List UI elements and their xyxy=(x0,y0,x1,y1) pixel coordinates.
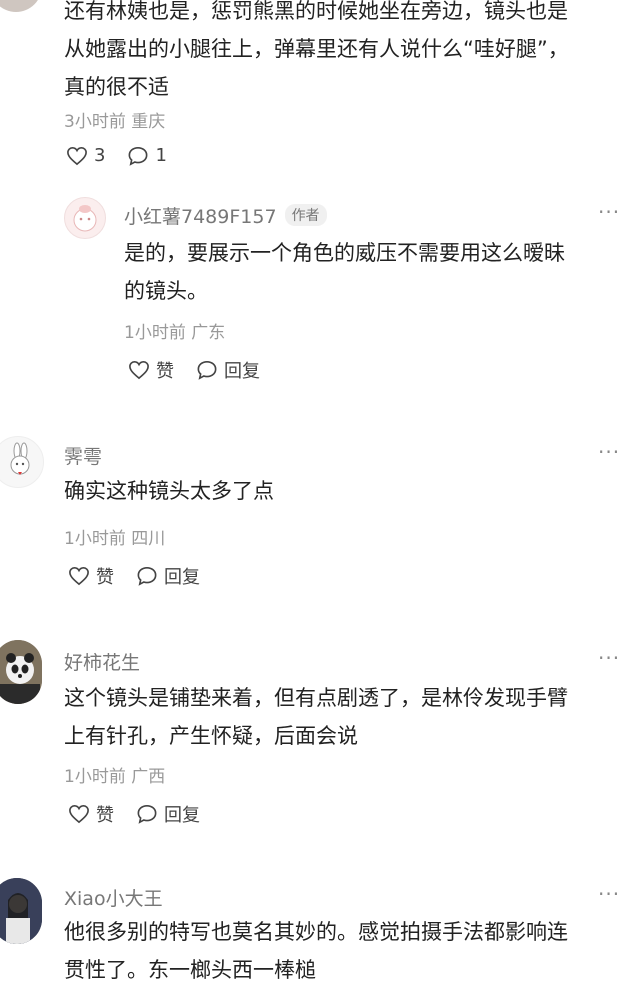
avatar-illustration xyxy=(73,205,97,232)
comment-line: 贯性了。东一榔头西一棒槌 xyxy=(64,958,316,982)
comment-actions: 3 1 xyxy=(66,145,189,166)
comment-meta: 1小时前 广西 xyxy=(64,767,166,787)
speech-bubble-icon xyxy=(137,804,157,824)
heart-outline-icon xyxy=(67,146,87,165)
speech-bubble-icon xyxy=(128,146,148,166)
avatar[interactable] xyxy=(0,0,42,12)
reply-button[interactable]: 回复 xyxy=(136,563,200,589)
commenter-name[interactable]: 霁雩 xyxy=(64,442,102,469)
like-button[interactable]: 赞 xyxy=(68,801,114,827)
comment-line: 真的很不适 xyxy=(64,75,169,99)
speech-bubble-icon xyxy=(137,566,157,586)
comment-line: 他很多别的特写也莫名其妙的。感觉拍摄手法都影响连 xyxy=(64,920,568,944)
comment-line: 确实这种镜头太多了点 xyxy=(64,479,274,503)
comment-meta: 3小时前 重庆 xyxy=(64,112,166,132)
reply-button[interactable]: 回复 xyxy=(196,357,260,383)
comment-text: 他很多别的特写也莫名其妙的。感觉拍摄手法都影响连 贯性了。东一榔头西一棒槌 xyxy=(64,913,634,989)
avatar[interactable] xyxy=(0,878,42,944)
reply-button[interactable]: 1 xyxy=(127,145,167,166)
comment-text: 是的，要展示一个角色的威压不需要用这么暧昧 的镜头。 xyxy=(124,234,624,310)
comment-actions: 赞 回复 xyxy=(68,563,222,589)
heart-outline-icon xyxy=(69,804,89,824)
heart-outline-icon xyxy=(69,566,89,586)
portrait-avatar-icon xyxy=(0,878,42,944)
comment-text: 确实这种镜头太多了点 xyxy=(64,472,624,510)
like-button[interactable]: 赞 xyxy=(68,563,114,589)
comment-text: 还有林姨也是，惩罚熊黑的时候她坐在旁边，镜头也是 从她露出的小腿往上，弹幕里还有… xyxy=(64,0,634,106)
like-button[interactable]: 赞 xyxy=(128,357,174,383)
author-badge: 作者 xyxy=(284,204,327,226)
panda-avatar-icon xyxy=(0,640,42,704)
bunny-avatar-icon xyxy=(10,442,30,475)
avatar[interactable] xyxy=(0,436,44,488)
more-button[interactable]: ··· xyxy=(598,440,620,464)
comment-line: 从她露出的小腿往上，弹幕里还有人说什么“哇好腿”， xyxy=(64,37,569,61)
comment-text: 这个镜头是铺垫来着，但有点剧透了，是林伶发现手臂 上有针孔，产生怀疑，后面会说 xyxy=(64,679,634,755)
like-count: 3 xyxy=(94,145,106,166)
comment-actions: 赞 回复 xyxy=(68,801,222,827)
reply-label: 回复 xyxy=(224,361,260,382)
commenter-name[interactable]: 好柿花生 xyxy=(64,648,140,675)
more-button[interactable]: ··· xyxy=(598,882,620,906)
like-label: 赞 xyxy=(96,805,114,826)
comment-line: 上有针孔，产生怀疑，后面会说 xyxy=(64,724,358,748)
more-button[interactable]: ··· xyxy=(598,646,620,670)
comment-line: 还有林姨也是，惩罚熊黑的时候她坐在旁边，镜头也是 xyxy=(64,0,568,23)
comment-line: 是的，要展示一个角色的威压不需要用这么暧昧 xyxy=(124,241,565,265)
reply-button[interactable]: 回复 xyxy=(136,801,200,827)
commenter-name[interactable]: 小红薯7489F157 作者 xyxy=(124,202,327,229)
comment-actions: 赞 回复 xyxy=(128,357,282,383)
comment-meta: 1小时前 四川 xyxy=(64,529,166,549)
speech-bubble-icon xyxy=(197,360,217,380)
comment-line: 这个镜头是铺垫来着，但有点剧透了，是林伶发现手臂 xyxy=(64,686,568,710)
comment-line: 的镜头。 xyxy=(124,279,208,303)
reply-count: 1 xyxy=(155,145,167,166)
reply-label: 回复 xyxy=(164,567,200,588)
comment-meta: 1小时前 广东 xyxy=(124,323,226,343)
like-label: 赞 xyxy=(156,361,174,382)
avatar[interactable] xyxy=(0,640,42,704)
reply-label: 回复 xyxy=(164,805,200,826)
commenter-name[interactable]: Xiao小大王 xyxy=(64,884,163,911)
more-button[interactable]: ··· xyxy=(598,200,620,224)
avatar[interactable] xyxy=(64,197,106,239)
commenter-name-text: 小红薯7489F157 xyxy=(124,206,277,228)
heart-outline-icon xyxy=(129,360,149,380)
like-label: 赞 xyxy=(96,567,114,588)
like-button[interactable]: 3 xyxy=(66,145,105,166)
